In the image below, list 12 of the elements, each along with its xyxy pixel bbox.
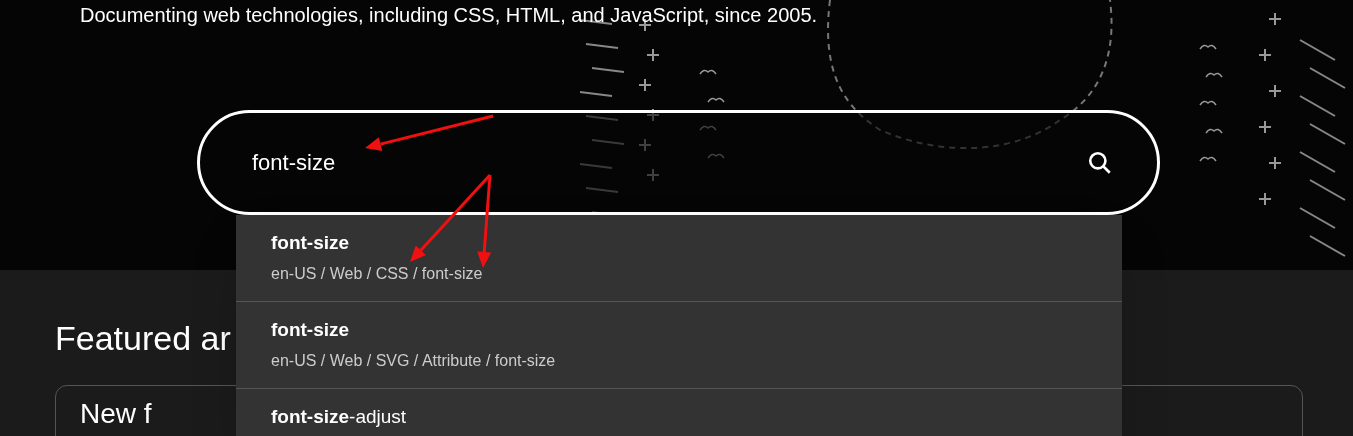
- search-result[interactable]: font-size-adjust: [236, 389, 1122, 436]
- tagline: Documenting web technologies, including CSS, HTML, and JavaScript, since 2005.: [80, 3, 818, 28]
- search-icon[interactable]: [1087, 149, 1113, 176]
- card-title: New f: [80, 398, 152, 429]
- result-title: font-size: [271, 318, 350, 342]
- result-title: font-size: [271, 231, 350, 255]
- result-path: en-US / Web / CSS / font-size: [271, 264, 483, 284]
- result-title: font-size-adjust: [271, 405, 407, 429]
- search-field[interactable]: font-size: [197, 110, 1160, 215]
- section-heading: Featured ar: [55, 318, 231, 358]
- search-result[interactable]: font-size en-US / Web / SVG / Attribute / font-size: [236, 302, 1122, 389]
- result-path: en-US / Web / SVG / Attribute / font-size: [271, 351, 556, 371]
